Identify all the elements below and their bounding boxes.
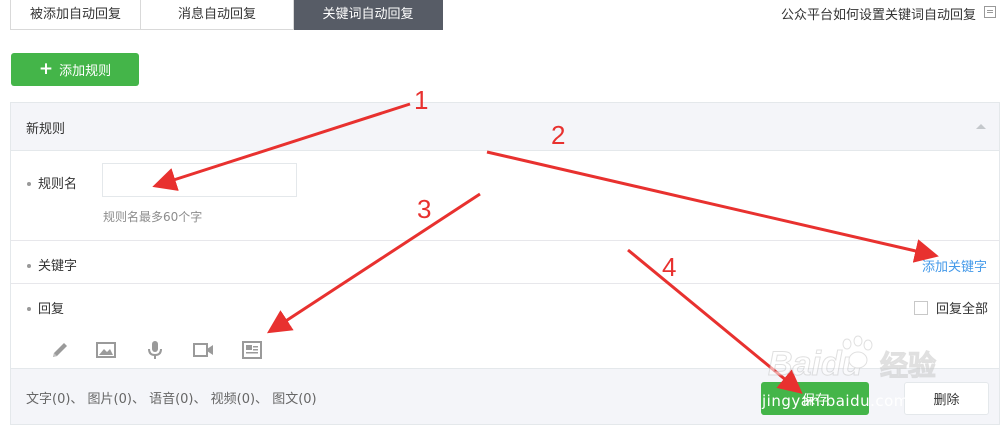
image-icon[interactable] — [95, 339, 117, 361]
divider — [11, 240, 999, 241]
add-rule-button[interactable]: + 添加规则 — [11, 53, 139, 86]
reply-counts: 文字(0)、 图片(0)、 语音(0)、 视频(0)、 图文(0) — [26, 392, 317, 407]
panel-header: 新规则 — [11, 103, 999, 151]
tab-keyword-auto-reply[interactable]: 关键词自动回复 — [294, 0, 443, 30]
add-keyword-link[interactable]: 添加关键字 — [922, 256, 987, 275]
rule-panel: 新规则 规则名 规则名最多60个字 关键字 添加关键字 回复 回复全部 文字(0… — [10, 102, 1000, 425]
pencil-icon[interactable] — [49, 339, 71, 361]
panel-title: 新规则 — [26, 122, 66, 137]
bullet-dot — [27, 181, 31, 186]
reply-tabs: 被添加自动回复 消息自动回复 关键词自动回复 — [10, 0, 443, 30]
rule-name-input[interactable] — [102, 163, 297, 197]
bullet-dot — [27, 306, 31, 311]
keyword-label-text: 关键字 — [38, 259, 78, 274]
watermark-url: jingyan.baidu.com — [762, 392, 909, 410]
reply-label: 回复 — [27, 298, 64, 317]
video-icon[interactable] — [192, 339, 214, 361]
help-link[interactable]: 公众平台如何设置关键词自动回复 — [781, 4, 976, 23]
collapse-caret-icon[interactable] — [976, 124, 986, 129]
reply-all-label: 回复全部 — [935, 302, 988, 317]
plus-icon: + — [38, 59, 54, 79]
keyword-label: 关键字 — [27, 255, 77, 274]
reply-all-checkbox[interactable] — [913, 300, 928, 315]
rule-name-label: 规则名 — [27, 173, 77, 192]
rule-name-hint: 规则名最多60个字 — [103, 210, 203, 224]
delete-button[interactable]: 删除 — [904, 382, 989, 415]
tab-added-auto-reply[interactable]: 被添加自动回复 — [10, 0, 141, 30]
bullet-dot — [27, 263, 31, 268]
document-icon[interactable] — [984, 6, 996, 18]
divider — [11, 283, 999, 284]
add-rule-label: 添加规则 — [59, 64, 112, 79]
reply-label-text: 回复 — [38, 302, 65, 317]
article-icon[interactable] — [241, 339, 263, 361]
reply-all-option[interactable]: 回复全部 — [913, 298, 988, 317]
tab-message-auto-reply[interactable]: 消息自动回复 — [141, 0, 294, 30]
microphone-icon[interactable] — [144, 339, 166, 361]
rule-name-label-text: 规则名 — [38, 177, 78, 192]
